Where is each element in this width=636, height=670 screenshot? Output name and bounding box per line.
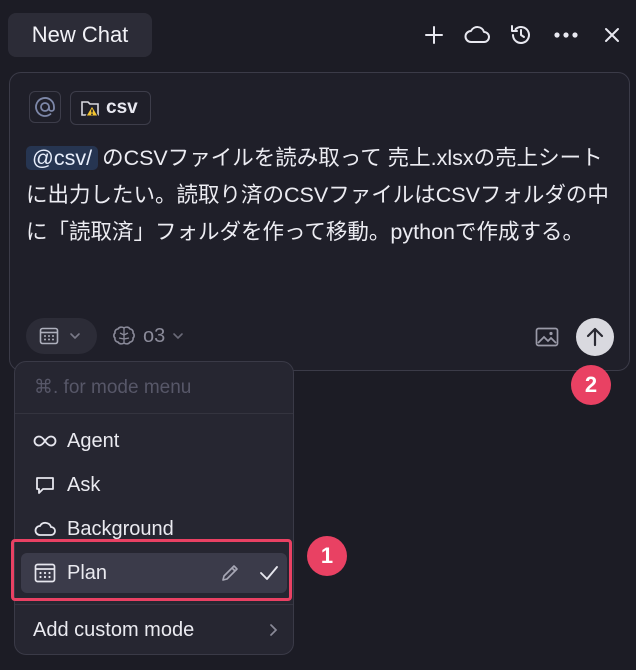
mode-item-label: Agent [67, 429, 120, 452]
mode-menu-hint: ⌘. for mode menu [34, 377, 192, 398]
chevron-down-icon [173, 333, 184, 340]
history-icon[interactable] [507, 21, 535, 49]
mention-tag[interactable]: @csv/ [26, 146, 99, 170]
step-badge-2: 2 [571, 365, 611, 405]
context-chip-csv[interactable]: csv [70, 91, 151, 125]
menu-divider [15, 413, 293, 414]
mention-button[interactable] [29, 91, 61, 123]
plus-icon[interactable] [420, 21, 448, 49]
plan-icon [39, 327, 59, 345]
context-chip-label: csv [106, 97, 138, 118]
mode-item-agent[interactable]: Agent [21, 421, 287, 461]
chevron-down-icon [70, 333, 80, 340]
send-button[interactable] [576, 318, 614, 356]
message-input[interactable]: @csv/のCSVファイルを読み取って 売上.xlsxの売上シートに出力したい。… [26, 140, 618, 251]
chat-composer: csv @csv/のCSVファイルを読み取って 売上.xlsxの売上シートに出力… [9, 72, 630, 371]
close-icon[interactable] [598, 21, 626, 49]
model-selector[interactable]: o3 [112, 321, 184, 351]
image-icon [535, 327, 559, 347]
cloud-icon[interactable] [463, 21, 491, 49]
menu-divider [15, 604, 293, 605]
mode-item-ask[interactable]: Ask [21, 465, 287, 505]
chat-bubble-icon [33, 473, 57, 497]
attach-image-button[interactable] [534, 325, 560, 349]
brain-icon [113, 326, 135, 345]
more-icon[interactable] [552, 21, 580, 49]
add-custom-mode-item[interactable]: Add custom mode [21, 610, 287, 650]
plan-highlight-box [11, 539, 292, 601]
at-sign-icon [35, 97, 55, 117]
chevron-right-icon [267, 622, 281, 638]
model-label: o3 [143, 324, 166, 347]
chat-tab-title[interactable]: New Chat [8, 13, 152, 57]
mode-menu: ⌘. for mode menu Agent Ask Background Pl… [14, 361, 294, 655]
add-custom-mode-label: Add custom mode [33, 618, 195, 641]
infinity-icon [33, 429, 57, 453]
step-badge-1: 1 [307, 536, 347, 576]
cloud-icon [33, 517, 57, 541]
mode-selector[interactable] [26, 318, 97, 354]
chat-panel: New Chat csv @csv/ のCSVファイルを読み取って 売上.xls… [0, 0, 636, 670]
arrow-up-icon [586, 327, 604, 347]
message-text: のCSVファイルを読み取って 売上.xlsxの売上シートに出力したい。読取り済の… [26, 146, 609, 244]
folder-warning-icon [81, 101, 99, 117]
mode-item-label: Background [67, 517, 174, 540]
mode-item-label: Ask [67, 473, 101, 496]
